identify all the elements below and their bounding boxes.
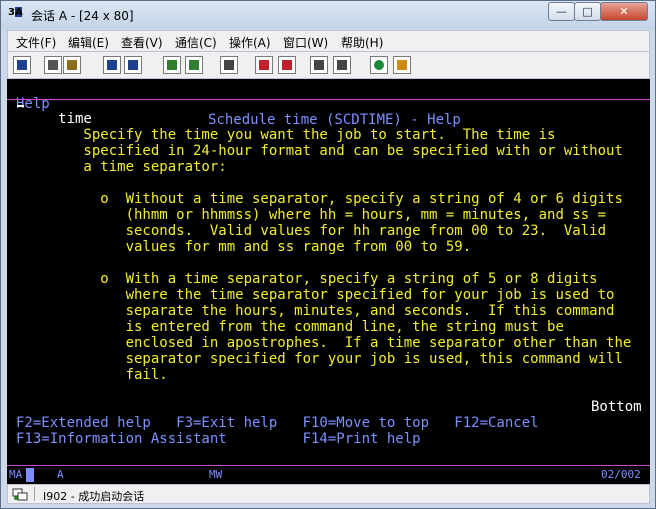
- oia-ma: MA: [9, 468, 23, 481]
- web-help-button[interactable]: [370, 56, 388, 74]
- macro-play-icon: [259, 60, 269, 70]
- oia-session: A: [57, 468, 64, 481]
- macro-stop-icon: [282, 60, 292, 70]
- oia-mode: MW: [209, 468, 223, 481]
- operator-information-area: MA A MW 02/002: [7, 465, 650, 484]
- help-line: o Without a time separator, specify a st…: [16, 191, 623, 207]
- function-keys-line-1[interactable]: F2=Extended help F3=Exit help F10=Move t…: [16, 415, 650, 431]
- help-line: a time separator:: [16, 159, 227, 175]
- close-button[interactable]: ✕: [600, 2, 648, 21]
- macro-record-icon: [224, 60, 234, 70]
- help-line: time: [16, 111, 92, 127]
- help-line: seconds. Valid values for hh range from …: [16, 223, 607, 239]
- print-screen-icon: [17, 60, 27, 70]
- customize-icon: [397, 60, 407, 70]
- macro-record-button[interactable]: [220, 56, 238, 74]
- customize-button[interactable]: [393, 56, 411, 74]
- window-title: 会话 A - [24 x 80]: [31, 9, 134, 23]
- menu-help[interactable]: 帮助(H): [341, 34, 383, 51]
- send-file-icon: [107, 60, 117, 70]
- minimize-button[interactable]: —: [548, 2, 575, 21]
- menu-bar: 文件(F) 编辑(E) 查看(V) 通信(C) 操作(A) 窗口(W) 帮助(H…: [7, 30, 650, 52]
- macro-stop-button[interactable]: [278, 56, 296, 74]
- help-line: specified in 24-hour format and can be s…: [16, 143, 623, 159]
- status-bar: I902 - 成功启动会话: [7, 484, 650, 504]
- copy-button[interactable]: [44, 56, 62, 74]
- oia-block-cursor: [26, 468, 34, 482]
- menu-window[interactable]: 窗口(W): [283, 34, 328, 51]
- send-file-button[interactable]: [103, 56, 121, 74]
- app-icon[interactable]: 3A: [8, 7, 26, 21]
- help-line: Specify the time you want the job to sta…: [16, 127, 556, 143]
- menu-communication[interactable]: 通信(C): [175, 34, 217, 51]
- menu-file[interactable]: 文件(F): [16, 34, 56, 51]
- help-line: where the time separator specified for y…: [16, 287, 615, 303]
- session-disconnect-button[interactable]: [333, 56, 351, 74]
- session-disconnect-icon: [337, 60, 347, 70]
- display-keyboard-button[interactable]: [163, 56, 181, 74]
- terminal-screen[interactable]: Help Schedule time (SCDTIME) - Help time…: [7, 79, 650, 483]
- help-line: (hhmm or hhmmss) where hh = hours, mm = …: [16, 207, 607, 223]
- session-connect-button[interactable]: [310, 56, 328, 74]
- display-keyboard-icon: [167, 60, 177, 70]
- receive-file-button[interactable]: [124, 56, 142, 74]
- print-screen-button[interactable]: [13, 56, 31, 74]
- help-line: is entered from the command line, the st…: [16, 319, 564, 335]
- session-connect-icon: [314, 60, 324, 70]
- paste-icon: [67, 60, 77, 70]
- help-line: enclosed in apostrophes. If a time separ…: [16, 335, 632, 351]
- status-message: I902 - 成功启动会话: [43, 490, 145, 503]
- maximize-button[interactable]: □: [574, 2, 601, 21]
- help-line: values for mm and ss range from 00 to 59…: [16, 239, 472, 255]
- toolbar: [7, 52, 650, 79]
- status-separator: [34, 487, 35, 501]
- menu-actions[interactable]: 操作(A): [229, 34, 271, 51]
- bottom-indicator: Bottom: [591, 399, 642, 415]
- help-line: fail.: [16, 367, 168, 383]
- menu-edit[interactable]: 编辑(E): [68, 34, 109, 51]
- emulator-window: 3A 会话 A - [24 x 80] — □ ✕ 文件(F) 编辑(E) 查看…: [0, 0, 656, 509]
- header-separator: [7, 99, 650, 100]
- receive-file-icon: [128, 60, 138, 70]
- session-status-icon: [12, 488, 28, 501]
- copy-icon: [48, 60, 58, 70]
- paste-button[interactable]: [63, 56, 81, 74]
- help-line: separator specified for your job is used…: [16, 351, 623, 367]
- help-line: [16, 175, 650, 191]
- menu-view[interactable]: 查看(V): [121, 34, 163, 51]
- macro-play-button[interactable]: [255, 56, 273, 74]
- function-keys-line-2[interactable]: F13=Information Assistant F14=Print help: [16, 431, 650, 447]
- oia-cursor-position: 02/002: [601, 468, 641, 481]
- text-cursor: [17, 105, 24, 107]
- web-help-icon: [374, 60, 384, 70]
- help-line: o With a time separator, specify a strin…: [16, 271, 598, 287]
- color-map-icon: [189, 60, 199, 70]
- color-map-button[interactable]: [185, 56, 203, 74]
- help-line: separate the hours, minutes, and seconds…: [16, 303, 615, 319]
- title-bar[interactable]: 3A 会话 A - [24 x 80] — □ ✕: [1, 1, 655, 29]
- help-line: [16, 255, 650, 271]
